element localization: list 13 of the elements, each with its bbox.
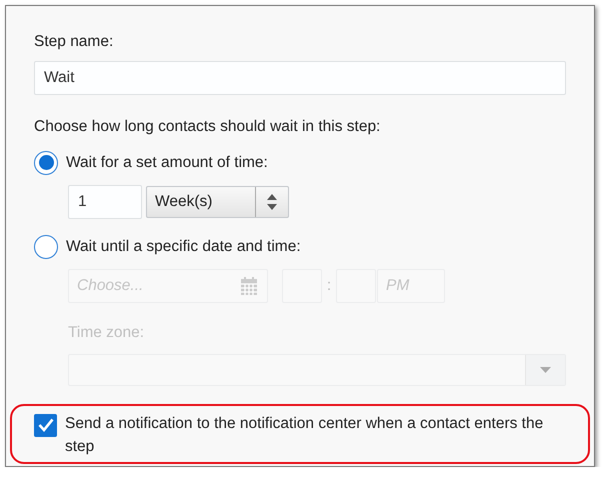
time-separator: : — [326, 276, 332, 296]
radio-button[interactable] — [34, 150, 58, 174]
radio-label: Wait for a set amount of time: — [66, 152, 268, 173]
field-label: Step name: — [34, 32, 114, 52]
checkbox[interactable] — [34, 414, 57, 437]
calendar-icon — [239, 276, 259, 296]
timezone-label: Time zone: — [68, 322, 146, 342]
amount-field[interactable]: 1 — [68, 184, 142, 218]
checkbox-label: Send a notification to the notification center when a contact enters the step — [65, 414, 544, 457]
prompt-text: Choose how long contacts should wait in this step: — [34, 117, 382, 138]
step-name-field[interactable]: Wait — [34, 61, 566, 96]
radio-label: Wait until a specific date and time: — [66, 236, 301, 257]
unit-select[interactable]: Week(s) — [146, 186, 289, 218]
